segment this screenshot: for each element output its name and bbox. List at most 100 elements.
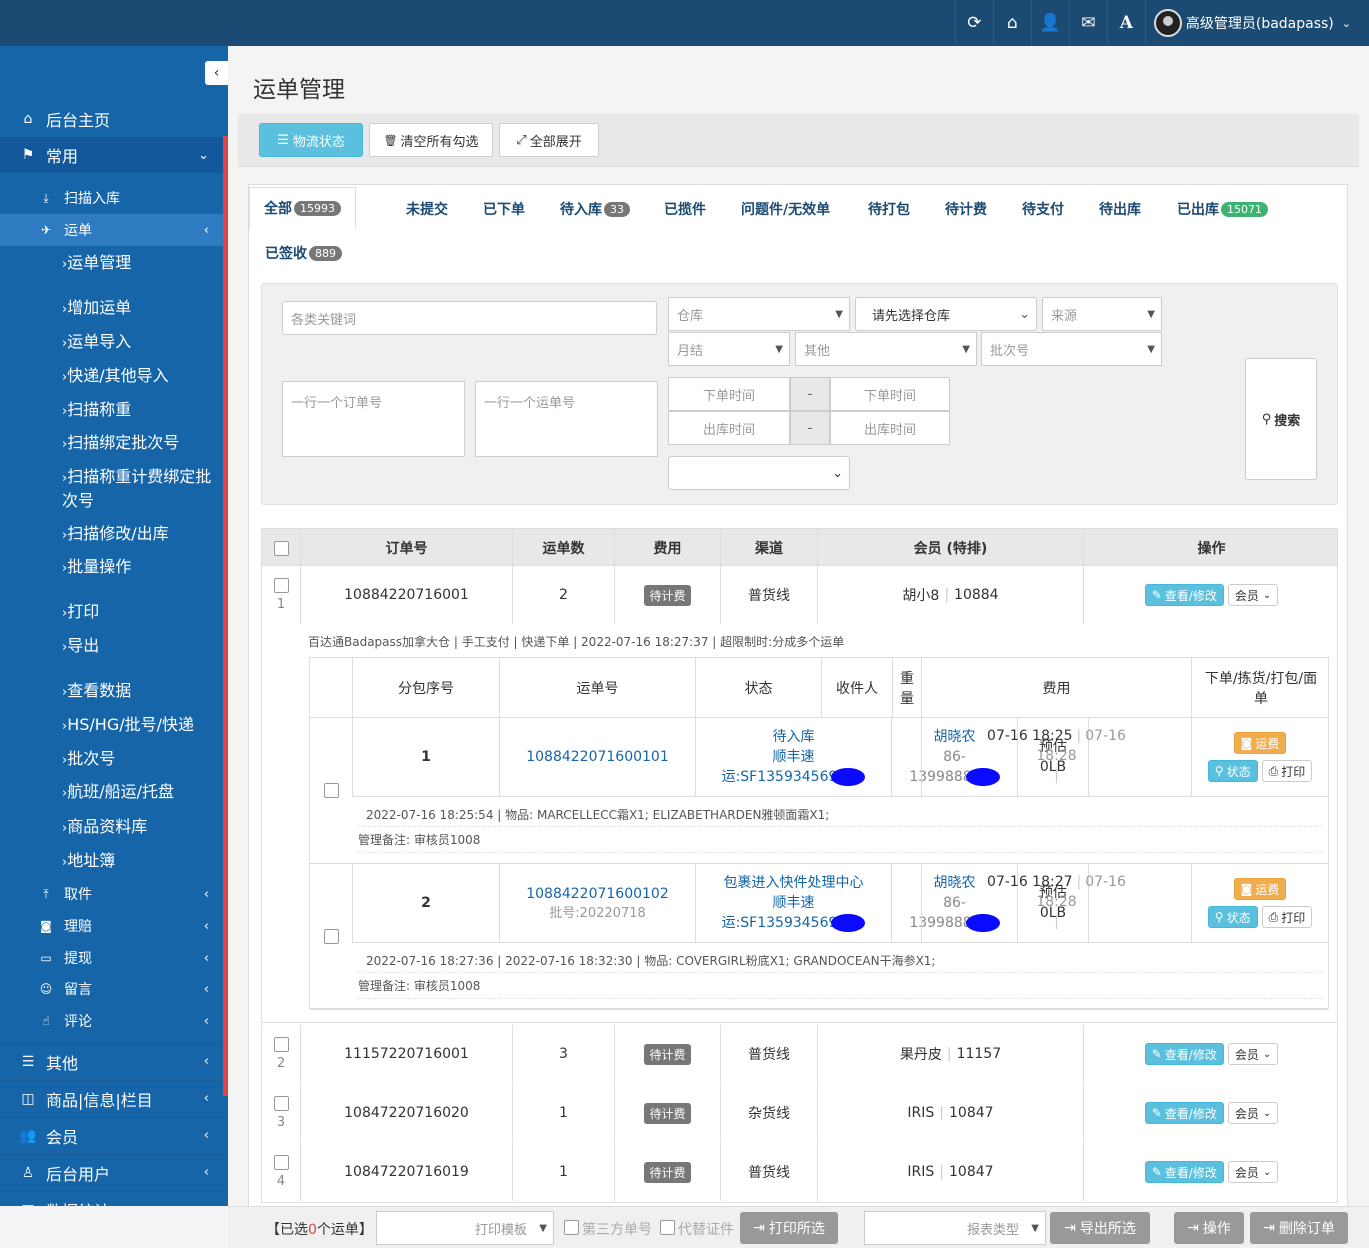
status-link[interactable]: 待入库	[773, 727, 815, 747]
monthly-select[interactable]: 月结 ▼	[668, 332, 790, 366]
tab-2[interactable]: 已下单	[483, 199, 525, 219]
select-all-checkbox[interactable]	[273, 540, 289, 556]
package-checkbox[interactable]	[323, 929, 339, 944]
waybill-numbers-textarea[interactable]: 一行一个运单号	[475, 381, 658, 457]
font-icon[interactable]: A	[1106, 0, 1145, 46]
tab-4[interactable]: 已揽件	[664, 199, 706, 219]
batch-select[interactable]: 批次号 ▼	[981, 332, 1162, 366]
freight-button[interactable]: ◙ 运费	[1233, 878, 1287, 900]
other-select[interactable]: 其他 ▼	[795, 332, 977, 366]
edit-button[interactable]: ✎ 查看/修改	[1144, 584, 1224, 606]
tracking-number[interactable]: 运:SF135934569	[722, 769, 838, 785]
proxy-cert-checkbox[interactable]	[660, 1220, 675, 1235]
edit-button[interactable]: ✎ 查看/修改	[1144, 1161, 1224, 1183]
sidebar-subitem[interactable]: ›扫描绑定批次号	[0, 432, 223, 456]
user-icon[interactable]: 👤	[1030, 0, 1069, 46]
sidebar-subitem[interactable]: ›商品资料库	[0, 816, 223, 840]
member-dropdown[interactable]: 会员 ⌄	[1227, 1043, 1279, 1065]
tab-1[interactable]: 未提交	[406, 199, 448, 219]
table-row[interactable]: 3 10847220716020 1 待计费 杂货线 IRIS | 10847 ✎ 查看/修改 会员…	[261, 1084, 1338, 1144]
table-row[interactable]: 4 10847220716019 1 待计费 普货线 IRIS | 10847 ✎ 查看/修改 会员…	[261, 1143, 1338, 1203]
sidebar-item-group[interactable]: 👥 会员 ‹	[0, 1117, 223, 1153]
sidebar-subitem[interactable]: ›地址簿	[0, 850, 223, 874]
sidebar-subitem[interactable]: ›查看数据	[0, 680, 223, 704]
row-checkbox[interactable]	[273, 578, 289, 593]
tab-8[interactable]: 待支付	[1022, 199, 1064, 219]
report-type-select[interactable]: 报表类型 ▼	[864, 1211, 1046, 1245]
tab-10[interactable]: 已出库 15071	[1177, 199, 1268, 219]
print-selected-button[interactable]: ⇥ 打印所选	[740, 1212, 838, 1244]
out-time-start[interactable]: 出库时间	[668, 411, 790, 445]
tab-0[interactable]: 全部 15993	[249, 187, 356, 229]
export-selected-button[interactable]: ⇥ 导出所选	[1050, 1212, 1150, 1244]
status-link[interactable]: 包裹进入快件处理中心	[724, 873, 864, 893]
warehouse-select[interactable]: 仓库 ▼	[668, 297, 850, 331]
waybill-link[interactable]: 1088422071600101	[526, 749, 669, 765]
sidebar-subitem[interactable]: ›扫描修改/出库	[0, 523, 223, 547]
print-button[interactable]: ⎙ 打印	[1261, 906, 1313, 928]
tab-11[interactable]: 已签收 889	[265, 243, 342, 263]
sidebar-item-home[interactable]: ⌂ 后台主页	[0, 101, 223, 137]
keyword-input[interactable]: 各类关键词	[282, 301, 657, 335]
sidebar-subitem[interactable]: ›航班/船运/托盘	[0, 781, 223, 805]
refresh-icon[interactable]: ⟳	[954, 0, 993, 46]
sidebar-subitem[interactable]: ›运单导入	[0, 331, 223, 355]
row-checkbox[interactable]	[273, 1155, 289, 1170]
sidebar-subitem[interactable]: ›批次号	[0, 748, 223, 772]
sidebar-item-group[interactable]: ☰ 其他 ‹	[0, 1043, 223, 1079]
source-select[interactable]: 来源 ▼	[1042, 297, 1162, 331]
logistics-status-button[interactable]: ☰ 物流状态	[259, 123, 363, 157]
print-template-select[interactable]: 打印模板 ▼	[376, 1211, 554, 1245]
tracking-number[interactable]: 运:SF135934569	[722, 915, 838, 931]
sidebar-subitem[interactable]: ›扫描称重计费绑定批次号	[0, 466, 223, 512]
search-button[interactable]: ⚲ 搜索	[1245, 358, 1317, 480]
extra-select[interactable]: ⌄	[668, 456, 850, 490]
edit-button[interactable]: ✎ 查看/修改	[1144, 1043, 1224, 1065]
user-menu[interactable]: 高级管理员(badapass) ⌄	[1144, 0, 1359, 46]
status-button[interactable]: ⚲ 状态	[1207, 760, 1258, 782]
edit-button[interactable]: ✎ 查看/修改	[1144, 1102, 1224, 1124]
sidebar-collapse-button[interactable]: ‹	[205, 61, 228, 85]
print-button[interactable]: ⎙ 打印	[1261, 760, 1313, 782]
tab-3[interactable]: 待入库 33	[560, 199, 630, 219]
operate-button[interactable]: ⇥ 操作	[1174, 1212, 1244, 1244]
sidebar-subitem[interactable]: ›增加运单	[0, 297, 223, 321]
sidebar-item-group[interactable]: ♙ 后台用户 ‹	[0, 1154, 223, 1190]
sidebar-subitem[interactable]: ›批量操作	[0, 556, 223, 580]
out-time-end[interactable]: 出库时间	[830, 411, 950, 445]
sidebar-subitem[interactable]: ›扫描称重	[0, 399, 223, 423]
order-time-start[interactable]: 下单时间	[668, 377, 790, 411]
package-checkbox[interactable]	[323, 783, 339, 798]
row-checkbox[interactable]	[273, 1096, 289, 1111]
table-row[interactable]: 1 10884220716001 2 待计费 普货线 胡小8 | 10884 ✎ 查看/修改 会员 ⌄	[261, 566, 1338, 626]
mail-icon[interactable]: ✉	[1068, 0, 1107, 46]
tab-7[interactable]: 待计费	[945, 199, 987, 219]
tab-9[interactable]: 待出库	[1099, 199, 1141, 219]
delete-order-button[interactable]: ⇥ 删除订单	[1250, 1212, 1348, 1244]
order-time-end[interactable]: 下单时间	[830, 377, 950, 411]
sidebar-item-more[interactable]: ☺ 留言 ‹	[0, 973, 223, 1005]
freight-button[interactable]: ◙ 运费	[1233, 732, 1287, 754]
sidebar-item-group[interactable]: ◫ 商品|信息|栏目 ‹	[0, 1080, 223, 1116]
clear-selection-button[interactable]: 🗑 清空所有勾选	[369, 123, 493, 157]
sidebar-item-waybill[interactable]: ✈ 运单 ‹	[0, 214, 223, 246]
member-dropdown[interactable]: 会员 ⌄	[1227, 1161, 1279, 1183]
waybill-link[interactable]: 1088422071600102	[526, 886, 669, 902]
sidebar-item-scan-in[interactable]: ⤓ 扫描入库	[0, 182, 223, 214]
sidebar-subitem[interactable]: ›HS/HG/批号/快递	[0, 714, 223, 738]
status-button[interactable]: ⚲ 状态	[1207, 906, 1258, 928]
tab-5[interactable]: 问题件/无效单	[741, 199, 830, 219]
sidebar-item-more[interactable]: ⤒ 取件 ‹	[0, 878, 223, 910]
sidebar-item-more[interactable]: ▭ 提现 ‹	[0, 942, 223, 974]
sidebar-subitem[interactable]: ›运单管理	[0, 252, 223, 276]
home-icon[interactable]: ⌂	[992, 0, 1031, 46]
tab-6[interactable]: 待打包	[868, 199, 910, 219]
sidebar-item-group[interactable]: ▤ 数据统计 ‹	[0, 1191, 223, 1206]
order-numbers-textarea[interactable]: 一行一个订单号	[282, 381, 465, 457]
sidebar-subitem[interactable]: ›导出	[0, 635, 223, 659]
sidebar-subitem[interactable]: ›打印	[0, 601, 223, 625]
expand-all-button[interactable]: ⤢ 全部展开	[499, 123, 599, 157]
third-party-checkbox[interactable]	[564, 1220, 579, 1235]
member-dropdown[interactable]: 会员 ⌄	[1227, 584, 1279, 606]
member-dropdown[interactable]: 会员 ⌄	[1227, 1102, 1279, 1124]
